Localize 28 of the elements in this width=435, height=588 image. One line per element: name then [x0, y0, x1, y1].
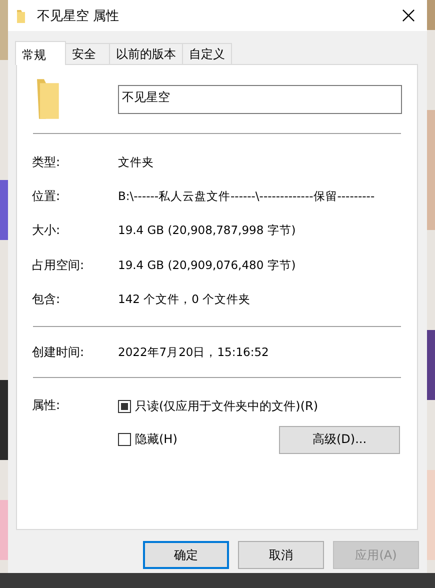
window-title: 不见星空 属性: [37, 8, 120, 24]
field-label: 包含:: [32, 291, 62, 308]
dialog-button: 应用(A): [333, 541, 419, 569]
field-value: 文件夹: [118, 154, 154, 170]
field-value: 2022年7月20日，15:16:52: [118, 344, 269, 360]
checkbox[interactable]: [118, 433, 131, 446]
field-value: 142 个文件，0 个文件夹: [118, 292, 251, 308]
field-label: 大小:: [32, 222, 62, 240]
tab[interactable]: 常规: [15, 41, 66, 65]
dialog-button[interactable]: 取消: [238, 541, 324, 569]
field-label: 占用空间:: [32, 256, 86, 274]
field-value: B:\------私人云盘文件------\-------------保留---------: [118, 189, 375, 204]
field-value: 19.4 GB (20,908,787,998 字节): [118, 223, 296, 238]
field-value: 19.4 GB (20,909,076,480 字节): [118, 258, 296, 273]
close-icon[interactable]: [402, 9, 415, 22]
folder-icon: [17, 8, 25, 22]
name-field[interactable]: 不见星空: [118, 84, 402, 114]
tab[interactable]: 自定义: [182, 43, 232, 64]
dialog-button[interactable]: 确定: [143, 541, 229, 569]
field-label: 创建时间:: [32, 344, 86, 361]
field-label: 属性:: [32, 397, 62, 414]
folder-icon: [37, 79, 59, 119]
checkbox-label: 只读(仅应用于文件夹中的文件)(R): [135, 398, 318, 416]
checkbox-label: 隐藏(H): [135, 431, 178, 448]
checkbox[interactable]: [118, 400, 131, 414]
field-label: 类型:: [32, 154, 62, 171]
field-label: 位置:: [32, 188, 62, 206]
advanced-button[interactable]: 高级(D)...: [279, 426, 400, 454]
